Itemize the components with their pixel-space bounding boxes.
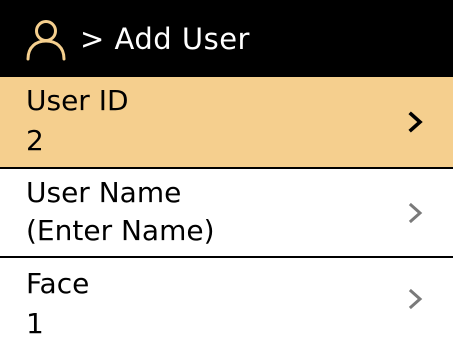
menu-item-label: User ID	[26, 84, 129, 117]
menu-item-user-name[interactable]: User Name (Enter Name)	[0, 167, 453, 256]
menu-item-value: 1	[26, 307, 44, 338]
menu-item-value: 2	[26, 124, 44, 157]
menu-item-label: Face	[26, 267, 90, 300]
page-title: > Add User	[80, 21, 250, 56]
device-screen: > Add User User ID 2 User Name (Enter Na…	[0, 0, 453, 338]
chevron-right-icon	[408, 111, 423, 133]
menu-item-user-id[interactable]: User ID 2	[0, 77, 453, 167]
menu-item-face[interactable]: Face 1	[0, 256, 453, 338]
chevron-right-icon	[408, 288, 423, 310]
user-icon	[26, 19, 66, 60]
menu-item-value: (Enter Name)	[26, 214, 215, 247]
chevron-right-icon	[408, 202, 423, 224]
header-bar: > Add User	[0, 0, 453, 77]
menu-item-label: User Name	[26, 176, 182, 209]
